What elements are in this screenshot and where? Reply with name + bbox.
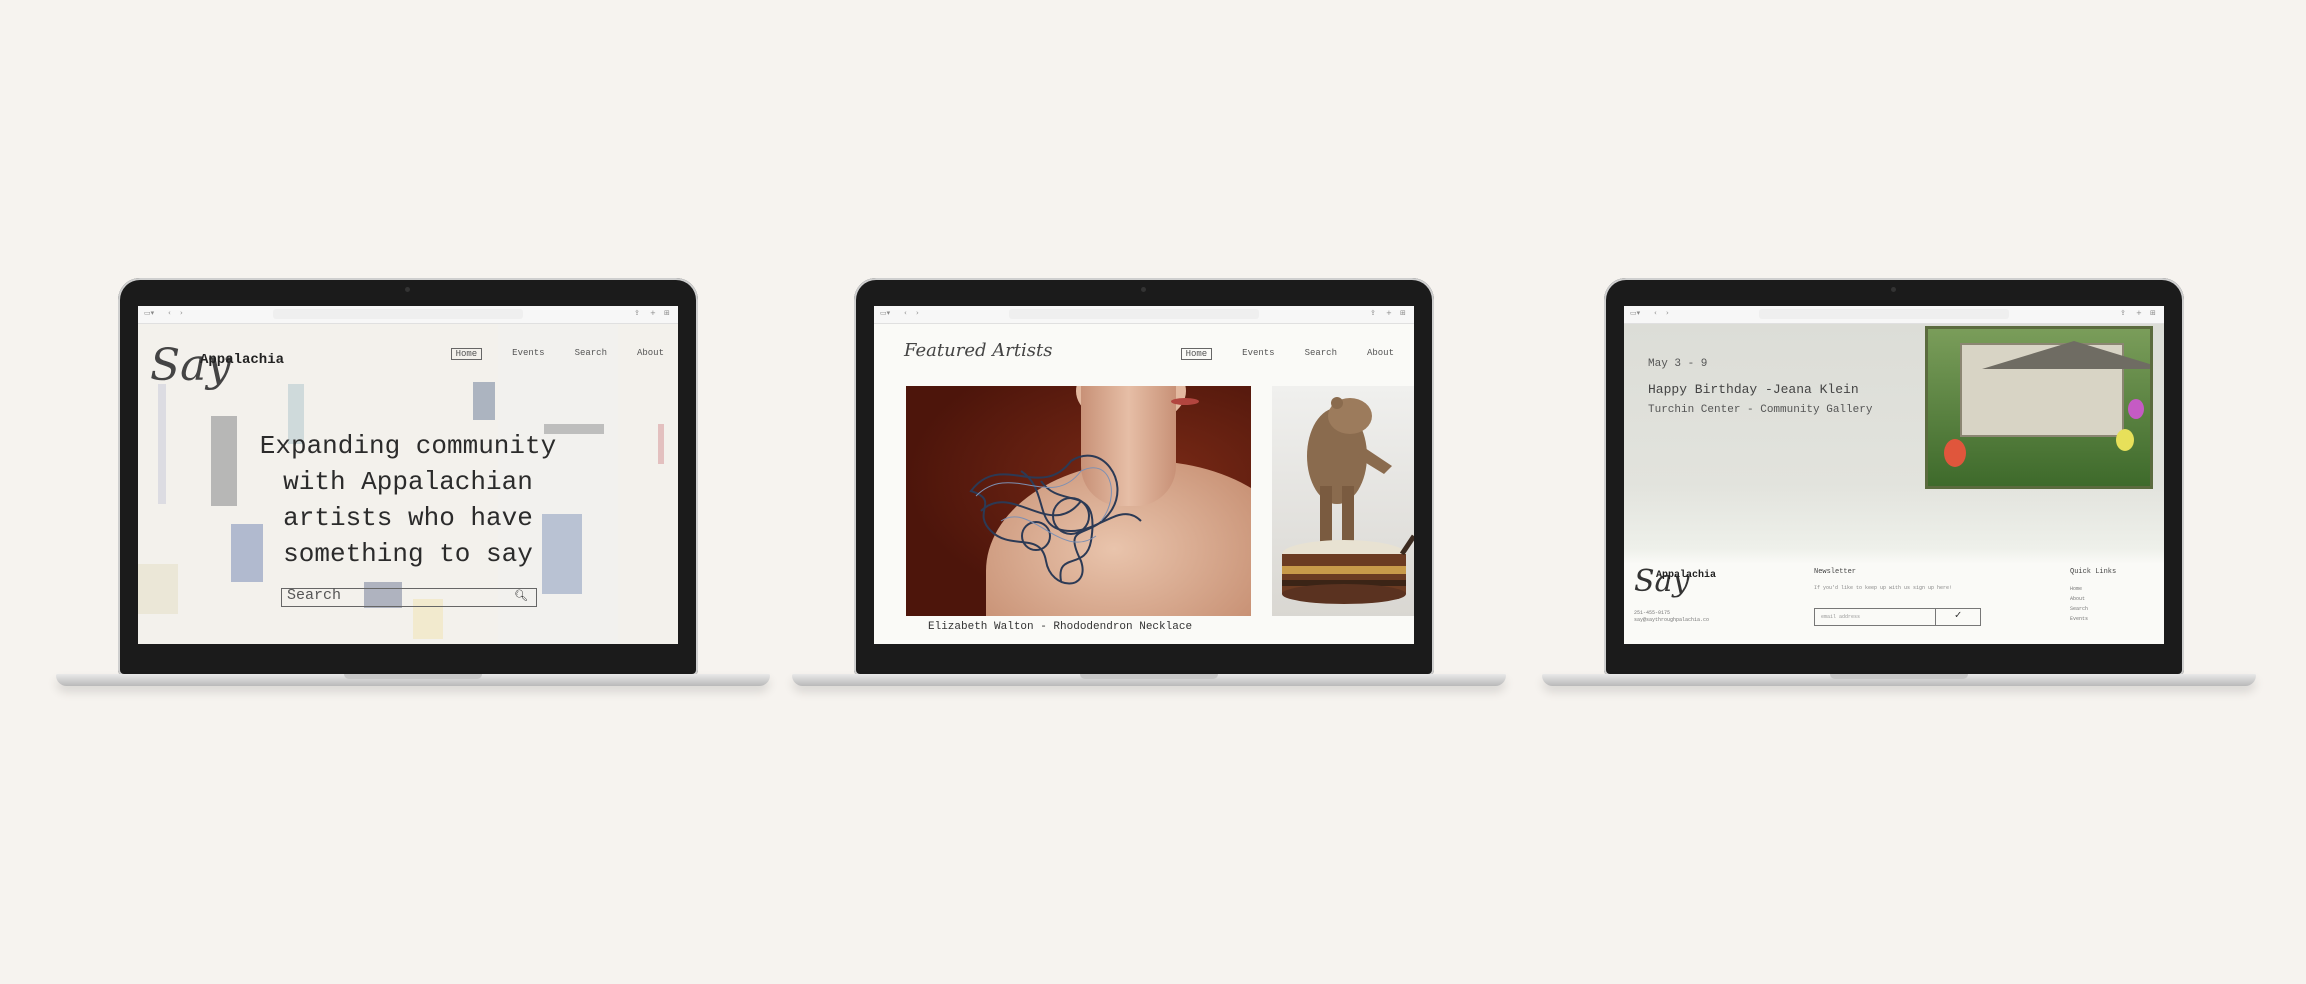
back-button[interactable]: ‹ <box>1654 309 1657 317</box>
browser-toolbar: ▭▾ ‹ › ⇪ + ⊞ <box>874 306 1414 324</box>
top-nav: Home Events Search About <box>1180 348 1394 360</box>
back-button[interactable]: ‹ <box>904 309 907 317</box>
logo-wordmark: Appalachia <box>200 352 285 368</box>
tab-overview-button[interactable]: ⊞ <box>1400 309 1406 317</box>
site-logo[interactable]: Say Appalachia <box>150 336 284 398</box>
browser-toolbar: ▭▾ ‹ › ⇪ + ⊞ <box>138 306 678 324</box>
site-footer: Say Appalachia 251-455-0175 say@saythrou… <box>1624 556 2164 644</box>
new-tab-button[interactable]: + <box>650 309 656 317</box>
nav-search[interactable]: Search <box>1305 348 1337 360</box>
screen-featured: ▭▾ ‹ › ⇪ + ⊞ Featured Artists Home Event… <box>874 306 1414 644</box>
artwork-caption: Elizabeth Walton - Rhododendron Necklace <box>928 621 1193 633</box>
house-illustration <box>1960 341 2150 437</box>
quick-links-list: Home About Search Events <box>2070 584 2088 624</box>
featured-heading: Featured Artists <box>904 340 1053 361</box>
footer-phone: 251-455-0175 <box>1634 610 1671 616</box>
screen-home: ▭▾ ‹ › ⇪ + ⊞ Home Events Search About Sa… <box>138 306 678 644</box>
newsletter-submit-button[interactable]: ✓ <box>1935 609 1980 625</box>
back-button[interactable]: ‹ <box>168 309 171 317</box>
share-button[interactable]: ⇪ <box>634 309 640 317</box>
nav-about[interactable]: About <box>1367 348 1394 360</box>
quick-link-about[interactable]: About <box>2070 594 2088 604</box>
footer-logo-wordmark: Appalachia <box>1656 570 1717 581</box>
newsletter-subtitle: If you'd like to keep up with us sign up… <box>1814 585 1953 591</box>
share-button[interactable]: ⇪ <box>1370 309 1376 317</box>
event-image-house[interactable] <box>1925 326 2153 489</box>
laptop-notch <box>344 674 482 679</box>
screen-events: ▭▾ ‹ › ⇪ + ⊞ May 3 - 9 Happy Birthday -J… <box>1624 306 2164 644</box>
new-tab-button[interactable]: + <box>2136 309 2142 317</box>
event-page: May 3 - 9 Happy Birthday -Jeana Klein Tu… <box>1624 324 2164 644</box>
event-title[interactable]: Happy Birthday -Jeana Klein <box>1648 382 1859 397</box>
search-icon[interactable]: 🔍︎ <box>514 589 528 603</box>
sidebar-icon[interactable]: ▭▾ <box>880 309 890 317</box>
top-nav: Home Events Search About <box>450 348 664 360</box>
nav-home[interactable]: Home <box>450 348 483 360</box>
laptop-events: ▭▾ ‹ › ⇪ + ⊞ May 3 - 9 Happy Birthday -J… <box>1542 278 2256 694</box>
balloon-red <box>1944 439 1966 467</box>
nav-events[interactable]: Events <box>512 348 544 360</box>
nav-home[interactable]: Home <box>1180 348 1213 360</box>
laptop-lid: ▭▾ ‹ › ⇪ + ⊞ Home Events Search About Sa… <box>118 278 698 676</box>
bear-sculpture <box>1282 397 1414 604</box>
email-placeholder: email address <box>1821 614 1861 620</box>
laptop-home: ▭▾ ‹ › ⇪ + ⊞ Home Events Search About Sa… <box>56 278 770 694</box>
quick-link-home[interactable]: Home <box>2070 584 2088 594</box>
event-date: May 3 - 9 <box>1648 358 1708 370</box>
laptop-notch <box>1830 674 1968 679</box>
nav-about[interactable]: About <box>637 348 664 360</box>
sidebar-icon[interactable]: ▭▾ <box>144 309 154 317</box>
laptop-lid: ▭▾ ‹ › ⇪ + ⊞ May 3 - 9 Happy Birthday -J… <box>1604 278 2184 676</box>
featured-page: Featured Artists Home Events Search Abou… <box>874 324 1414 644</box>
footer-email[interactable]: say@saythroughpalachia.co <box>1634 617 1709 624</box>
model-lips <box>1171 398 1199 405</box>
address-bar[interactable] <box>1759 309 2009 319</box>
search-placeholder: Search <box>287 587 342 604</box>
hero-headline: Expanding community with Appalachian art… <box>259 431 557 569</box>
home-page: Home Events Search About Say Appalachia … <box>138 324 678 644</box>
laptop-lid: ▭▾ ‹ › ⇪ + ⊞ Featured Artists Home Event… <box>854 278 1434 676</box>
laptop-featured: ▭▾ ‹ › ⇪ + ⊞ Featured Artists Home Event… <box>792 278 1506 694</box>
share-button[interactable]: ⇪ <box>2120 309 2126 317</box>
sidebar-icon[interactable]: ▭▾ <box>1630 309 1640 317</box>
forward-button[interactable]: › <box>180 309 183 317</box>
address-bar[interactable] <box>1009 309 1259 319</box>
footer-contact: 251-455-0175 say@saythroughpalachia.co <box>1634 610 1709 624</box>
newsletter-title: Newsletter <box>1814 568 1857 576</box>
house-roof <box>1982 341 2150 369</box>
tab-overview-button[interactable]: ⊞ <box>664 309 670 317</box>
quick-links-title: Quick Links <box>2070 568 2117 576</box>
laptop-notch <box>1080 674 1218 679</box>
quick-link-events[interactable]: Events <box>2070 614 2088 624</box>
quick-link-search[interactable]: Search <box>2070 604 2088 614</box>
search-input[interactable]: Search 🔍︎ <box>281 587 537 607</box>
nav-events[interactable]: Events <box>1242 348 1274 360</box>
new-tab-button[interactable]: + <box>1386 309 1392 317</box>
necklace-artwork <box>969 454 1142 585</box>
browser-toolbar: ▭▾ ‹ › ⇪ + ⊞ <box>1624 306 2164 324</box>
camera <box>1891 287 1896 292</box>
camera <box>1141 287 1146 292</box>
address-bar[interactable] <box>273 309 523 319</box>
nav-search[interactable]: Search <box>575 348 607 360</box>
balloon-yellow <box>2116 429 2134 451</box>
camera <box>405 287 410 292</box>
forward-button[interactable]: › <box>916 309 919 317</box>
forward-button[interactable]: › <box>1666 309 1669 317</box>
newsletter-email-field[interactable]: email address ✓ <box>1814 608 1981 626</box>
artwork-image-necklace[interactable] <box>906 386 1251 616</box>
artwork-image-bear[interactable] <box>1272 386 1414 616</box>
balloon-purple <box>2128 399 2144 419</box>
event-venue: Turchin Center - Community Gallery <box>1648 404 1873 416</box>
tab-overview-button[interactable]: ⊞ <box>2150 309 2156 317</box>
